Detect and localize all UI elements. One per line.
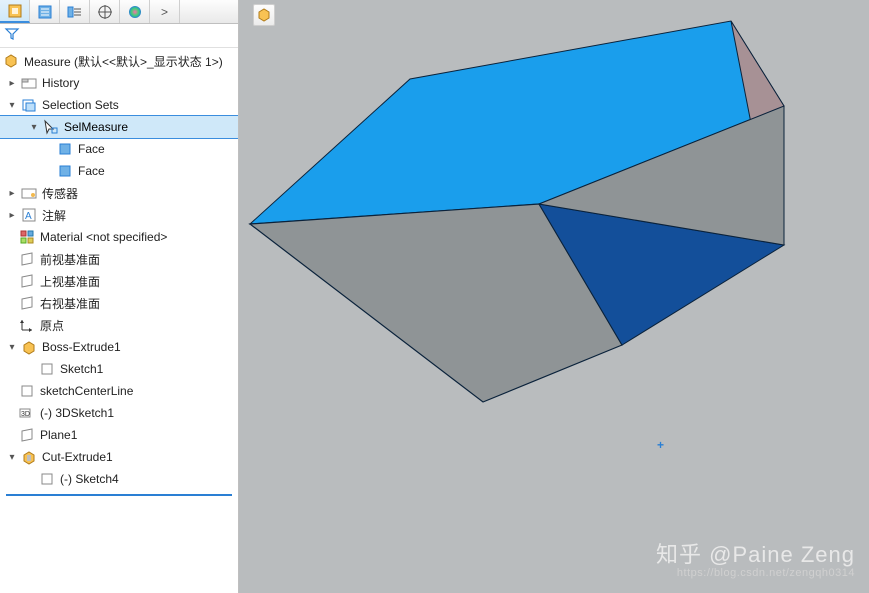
tree-face[interactable]: Face [0, 160, 238, 182]
tree-label: Boss-Extrude1 [42, 340, 121, 354]
expander-icon[interactable]: ▾ [6, 99, 18, 111]
tree-sensors[interactable]: ▸ 传感器 [0, 182, 238, 204]
plane-icon [18, 426, 36, 444]
tree-root[interactable]: Measure (默认<<默认>_显示状态 1>) [0, 50, 238, 72]
cut-extrude-icon [20, 448, 38, 466]
tree-label: Face [78, 164, 105, 178]
expander-icon[interactable]: ▸ [6, 209, 18, 221]
tree-label: sketchCenterLine [40, 384, 133, 398]
filter-icon[interactable] [4, 26, 20, 45]
tree-history[interactable]: ▸ History [0, 72, 238, 94]
sketch3d-icon: 3D [18, 404, 36, 422]
tree-sketch4[interactable]: (-) Sketch4 [0, 468, 238, 490]
cursor-select-icon [42, 118, 60, 136]
tree-label: 传感器 [42, 185, 78, 202]
feature-tree-panel: > Measure (默认<<默认>_显示状态 1>) ▸ History ▾ … [0, 0, 239, 593]
tree-label: 右视基准面 [40, 295, 100, 312]
plane-icon [18, 250, 36, 268]
sensors-folder-icon [20, 184, 38, 202]
tree-label: Measure (默认<<默认>_显示状态 1>) [24, 53, 223, 70]
tree-label: Cut-Extrude1 [42, 450, 113, 464]
tree-label: SelMeasure [64, 120, 128, 134]
view-center-cursor: + [657, 438, 664, 452]
tree-label: History [42, 76, 79, 90]
tree-front-plane[interactable]: 前视基准面 [0, 248, 238, 270]
tree-plane1[interactable]: Plane1 [0, 424, 238, 446]
expander-icon[interactable]: ▸ [6, 187, 18, 199]
model-geometry [239, 0, 799, 430]
watermark-sub: https://blog.csdn.net/zengqh0314 [656, 567, 855, 579]
rollback-bar[interactable] [6, 494, 232, 496]
plane-icon [18, 272, 36, 290]
tab-dimxpert-manager[interactable] [90, 0, 120, 23]
tree-right-plane[interactable]: 右视基准面 [0, 292, 238, 314]
tree-face[interactable]: Face [0, 138, 238, 160]
face-icon [56, 140, 74, 158]
tree-label: (-) 3DSketch1 [40, 406, 114, 420]
feature-tree[interactable]: Measure (默认<<默认>_显示状态 1>) ▸ History ▾ Se… [0, 48, 238, 593]
tree-label: Sketch1 [60, 362, 103, 376]
tree-cut-extrude[interactable]: ▾ Cut-Extrude1 [0, 446, 238, 468]
watermark: 知乎 @Paine Zeng https://blog.csdn.net/zen… [656, 543, 855, 579]
svg-text:3D: 3D [21, 411, 30, 418]
tree-label: (-) Sketch4 [60, 472, 119, 486]
tree-sketch1[interactable]: Sketch1 [0, 358, 238, 380]
tree-boss-extrude[interactable]: ▾ Boss-Extrude1 [0, 336, 238, 358]
tree-label: Face [78, 142, 105, 156]
selection-sets-icon [20, 96, 38, 114]
tree-label: 注解 [42, 207, 66, 224]
expander-icon[interactable]: ▸ [6, 77, 18, 89]
tree-label: Material <not specified> [40, 230, 167, 244]
watermark-main: 知乎 @Paine Zeng [656, 543, 855, 567]
expander-icon[interactable]: ▾ [6, 341, 18, 353]
annotation-icon: A [20, 206, 38, 224]
tab-display-manager[interactable] [120, 0, 150, 23]
manager-tab-bar: > [0, 0, 238, 24]
part-icon [2, 52, 20, 70]
material-icon [18, 228, 36, 246]
tree-selmeasure[interactable]: ▾ SelMeasure [0, 116, 238, 138]
boss-extrude-icon [20, 338, 38, 356]
sketch-icon [18, 382, 36, 400]
tree-label: 原点 [40, 317, 64, 334]
tree-label: 前视基准面 [40, 251, 100, 268]
origin-icon [18, 316, 36, 334]
graphics-viewport[interactable]: + 知乎 @Paine Zeng https://blog.csdn.net/z… [239, 0, 869, 593]
tab-property-manager[interactable] [30, 0, 60, 23]
sketch-icon [38, 470, 56, 488]
svg-text:A: A [25, 211, 32, 222]
tree-label: Selection Sets [42, 98, 119, 112]
tree-sketch-centerline[interactable]: sketchCenterLine [0, 380, 238, 402]
plane-icon [18, 294, 36, 312]
tree-filter-row [0, 24, 238, 48]
tab-feature-manager[interactable] [0, 0, 30, 23]
face-icon [56, 162, 74, 180]
tree-selection-sets[interactable]: ▾ Selection Sets [0, 94, 238, 116]
tab-configuration-manager[interactable] [60, 0, 90, 23]
tree-label: Plane1 [40, 428, 77, 442]
history-folder-icon [20, 74, 38, 92]
tree-material[interactable]: Material <not specified> [0, 226, 238, 248]
tree-origin[interactable]: 原点 [0, 314, 238, 336]
tree-annotations[interactable]: ▸ A 注解 [0, 204, 238, 226]
tree-label: 上视基准面 [40, 273, 100, 290]
tree-3dsketch[interactable]: 3D (-) 3DSketch1 [0, 402, 238, 424]
tab-overflow[interactable]: > [150, 0, 180, 23]
tree-top-plane[interactable]: 上视基准面 [0, 270, 238, 292]
expander-icon[interactable]: ▾ [28, 121, 40, 133]
expander-icon[interactable]: ▾ [6, 451, 18, 463]
sketch-icon [38, 360, 56, 378]
